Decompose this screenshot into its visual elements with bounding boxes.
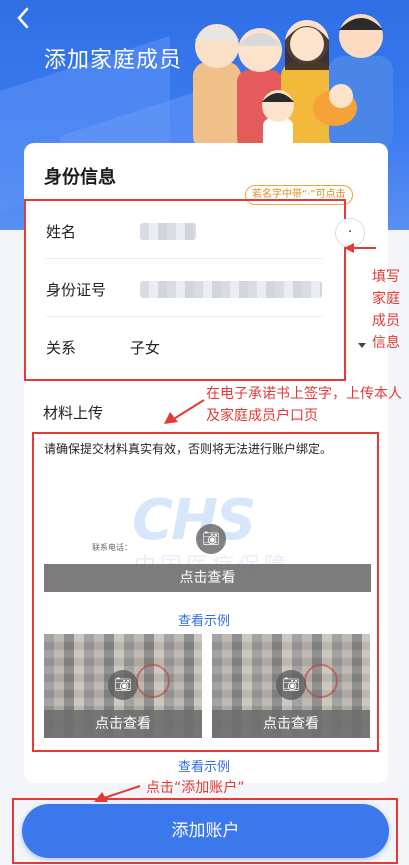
view-thumb-button[interactable]: 点击查看 (212, 710, 370, 738)
page-title: 添加家庭成员 (44, 48, 183, 73)
family-illustration (193, 14, 393, 150)
view-document-button[interactable]: 点击查看 (44, 564, 371, 592)
relation-value: 子女 (130, 339, 161, 357)
name-label: 姓名 (46, 223, 77, 241)
seal-mark (136, 664, 170, 698)
household-page-upload-1[interactable]: 📷︎ 点击查看 (44, 634, 202, 738)
household-page-upload-2[interactable]: 📷︎ 点击查看 (212, 634, 370, 738)
identity-highlight-box: 姓名 身份证号 关系 子女 (24, 199, 346, 381)
view-example-link-bottom[interactable]: 查看示例 (178, 756, 230, 775)
back-icon[interactable] (10, 4, 38, 32)
annotation-upload: 在电子承诺书上签字，上传本人及家庭成员户口页 (206, 386, 402, 424)
id-number-label: 身份证号 (46, 281, 107, 299)
add-account-button[interactable]: 添加账户 (22, 804, 389, 858)
annotation-add-account: 点击“添加账户” (146, 780, 245, 796)
annotation-arrow (344, 243, 376, 253)
relation-label: 关系 (46, 339, 77, 357)
relation-row[interactable]: 关系 子女 (46, 317, 322, 375)
id-number-row: 身份证号 (46, 259, 322, 317)
doc-contact-text: 联系电话： (92, 543, 132, 552)
id-number-input[interactable] (140, 281, 322, 298)
camera-icon[interactable]: 📷︎ (276, 670, 306, 700)
name-row: 姓名 (46, 201, 322, 259)
camera-icon[interactable]: 📷︎ (108, 670, 138, 700)
seal-mark (304, 664, 338, 698)
annotation-fill-info: 填写家庭成员信息 (372, 269, 400, 351)
section-title-identity: 身份信息 (44, 167, 116, 188)
name-input[interactable] (140, 223, 196, 240)
annotation-arrow (164, 399, 205, 424)
chevron-down-icon[interactable] (358, 343, 366, 348)
materials-description: 请确保提交材料真实有效，否则将无法进行账户绑定。 (44, 442, 333, 456)
view-thumb-button[interactable]: 点击查看 (44, 710, 202, 738)
camera-icon[interactable]: 📷︎ (196, 524, 226, 554)
view-example-link[interactable]: 查看示例 (178, 610, 230, 629)
watermark-logo: CHS (132, 488, 256, 553)
materials-highlight-box: 请确保提交材料真实有效，否则将无法进行账户绑定。 CHS 中国医疗保障 联系电话… (32, 432, 379, 752)
materials-upload-label: 材料上传 (43, 404, 104, 422)
